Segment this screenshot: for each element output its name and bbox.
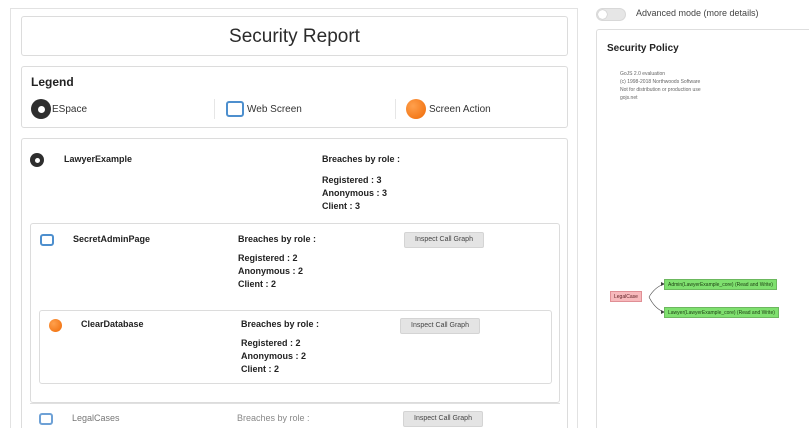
screen-action-icon — [49, 319, 62, 332]
legend-title: Legend — [31, 75, 74, 89]
role-count: Client : 2 — [241, 364, 280, 374]
inspect-call-graph-button[interactable]: Inspect Call Graph — [400, 318, 480, 334]
espace-name: LawyerExample — [64, 154, 133, 164]
breaches-label: Breaches by role : — [322, 154, 401, 164]
role-count: Anonymous : 3 — [322, 188, 388, 198]
legend-label-screen-action: Screen Action — [429, 103, 491, 115]
role-count: Registered : 3 — [322, 175, 382, 185]
breaches-label: Breaches by role : — [241, 319, 320, 329]
espace-role-list: Registered : 3 Anonymous : 3 Client : 3 — [322, 174, 387, 213]
side-panel: Advanced mode (more details) Security Po… — [596, 0, 809, 428]
action-card: ClearDatabase Breaches by role : Registe… — [39, 310, 552, 384]
inspect-call-graph-button[interactable]: Inspect Call Graph — [403, 411, 483, 427]
graph-link — [648, 283, 665, 298]
graph-node-legalcase[interactable]: LegalCase — [610, 291, 642, 302]
screen-role-list: Registered : 2 Anonymous : 2 Client : 2 — [238, 252, 303, 291]
screen-row: LegalCases Breaches by role : Inspect Ca… — [30, 403, 560, 428]
screen-name: SecretAdminPage — [73, 234, 151, 244]
action-name: ClearDatabase — [81, 319, 144, 329]
screen-name: LegalCases — [72, 413, 120, 423]
espace-card: LawyerExample Breaches by role : Registe… — [21, 138, 568, 428]
security-policy-panel: Security Policy GoJS 2.0 evaluation (c) … — [596, 29, 809, 428]
legend-divider — [214, 99, 215, 119]
espace-icon — [30, 153, 44, 167]
graph-node-lawyer[interactable]: Lawyer(LawyerExample_core) (Read and Wri… — [664, 307, 779, 318]
action-role-list: Registered : 2 Anonymous : 2 Client : 2 — [241, 337, 306, 376]
web-screen-icon — [226, 101, 244, 117]
legend-label-web-screen: Web Screen — [247, 103, 302, 115]
web-screen-icon — [40, 234, 54, 246]
role-count: Registered : 2 — [241, 338, 301, 348]
policy-graph-links — [648, 282, 665, 314]
report-title-card: Security Report — [21, 16, 568, 56]
graph-link — [648, 296, 665, 313]
web-screen-icon — [39, 413, 53, 425]
page-title: Security Report — [229, 26, 360, 47]
screen-card: SecretAdminPage Breaches by role : Regis… — [30, 223, 560, 403]
breaches-label: Breaches by role : — [238, 234, 317, 244]
advanced-mode-label: Advanced mode (more details) — [636, 8, 759, 18]
screen-action-icon — [406, 99, 426, 119]
report-panel: Security Report Legend ESpace Web Screen… — [10, 8, 578, 428]
graph-node-admin[interactable]: Admin(LawyerExample_core) (Read and Writ… — [664, 279, 777, 290]
legend-item-espace: ESpace — [31, 98, 87, 120]
role-count: Client : 3 — [322, 201, 361, 211]
role-count: Client : 2 — [238, 279, 277, 289]
legend-item-screen-action: Screen Action — [406, 98, 491, 120]
inspect-call-graph-button[interactable]: Inspect Call Graph — [404, 232, 484, 248]
legend-divider — [395, 99, 396, 119]
role-count: Anonymous : 2 — [238, 266, 304, 276]
legend-card: Legend ESpace Web Screen Screen Action — [21, 66, 568, 128]
role-count: Registered : 2 — [238, 253, 298, 263]
espace-icon — [31, 99, 51, 119]
role-count: Anonymous : 2 — [241, 351, 307, 361]
breaches-label: Breaches by role : — [237, 413, 310, 423]
legend-item-web-screen: Web Screen — [226, 98, 302, 120]
advanced-mode-toggle[interactable] — [596, 8, 626, 21]
legend-label-espace: ESpace — [52, 103, 88, 115]
